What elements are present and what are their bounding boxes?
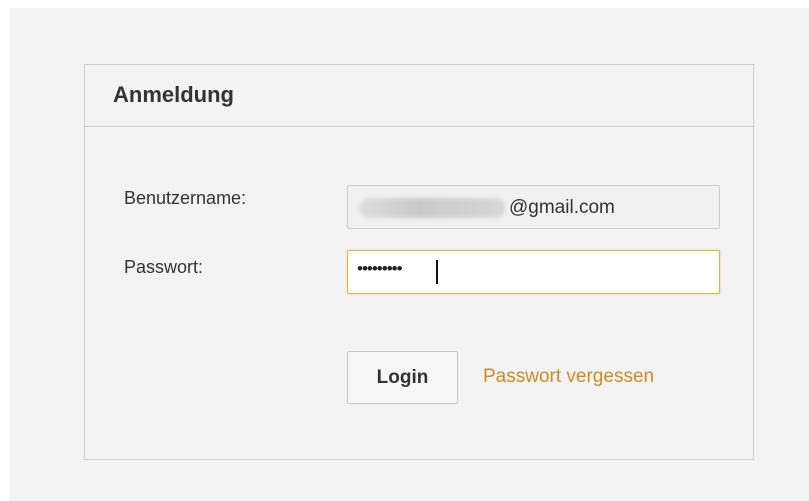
username-visible-text: @gmail.com (509, 197, 615, 218)
password-input[interactable]: ••••••••• (347, 250, 720, 294)
login-button[interactable]: Login (347, 351, 458, 404)
forgot-password-link[interactable]: Passwort vergessen (483, 366, 654, 388)
username-label: Benutzername: (124, 188, 247, 208)
username-input[interactable]: @gmail.com (347, 185, 720, 229)
page-background: Anmeldung Benutzername: @gmail.com Passw… (10, 8, 809, 501)
text-caret (436, 260, 438, 284)
password-mask: ••••••••• (357, 259, 403, 278)
panel-title: Anmeldung (113, 82, 234, 107)
login-panel: Anmeldung Benutzername: @gmail.com Passw… (84, 64, 754, 460)
password-label: Passwort: (124, 257, 204, 277)
panel-header: Anmeldung (85, 65, 753, 127)
blurred-username-part (360, 198, 505, 218)
